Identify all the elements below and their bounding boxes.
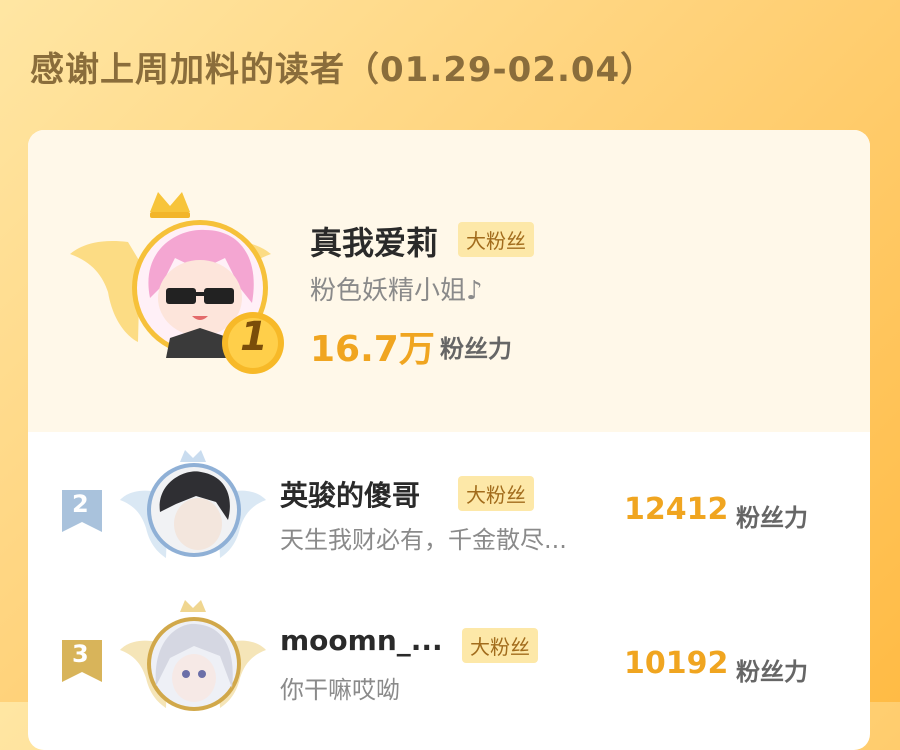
avatar[interactable]: [146, 462, 242, 558]
rank-number: 1: [240, 314, 268, 360]
fan-level-badge: 大粉丝: [458, 476, 534, 511]
fan-level-badge: 大粉丝: [458, 222, 534, 257]
fan-power-unit: 粉丝力: [736, 504, 808, 532]
username[interactable]: 英骏的傻哥: [280, 474, 420, 514]
leaderboard-row-top1[interactable]: 1 真我爱莉 大粉丝 粉色妖精小姐♪ 16.7万 粉丝力: [28, 130, 870, 432]
user-signature: 你干嘛哎呦: [280, 676, 400, 704]
rank-number: 3: [72, 640, 89, 668]
user-signature: 粉色妖精小姐♪: [310, 276, 483, 306]
fan-level-badge: 大粉丝: [462, 628, 538, 663]
fan-power-unit: 粉丝力: [440, 335, 512, 363]
leaderboard-row[interactable]: 3 moomn_... 大粉丝 你干嘛哎呦 10192 粉丝力: [28, 582, 870, 732]
page-title: 感谢上周加料的读者（01.29-02.04）: [30, 50, 656, 90]
fan-power-score: 12412: [624, 492, 729, 527]
fan-power-score: 10192: [624, 646, 729, 681]
fan-power-score: 16.7万: [310, 329, 435, 370]
user-signature: 天生我财必有，千金散尽...: [280, 526, 567, 554]
username[interactable]: 真我爱莉: [310, 218, 438, 264]
rank-number: 2: [72, 490, 89, 518]
username[interactable]: moomn_...: [280, 624, 443, 657]
leaderboard-card: 1 真我爱莉 大粉丝 粉色妖精小姐♪ 16.7万 粉丝力 2 英骏的傻哥 大粉丝…: [28, 130, 870, 750]
fan-power-unit: 粉丝力: [736, 658, 808, 686]
avatar[interactable]: [146, 616, 242, 712]
leaderboard-row[interactable]: 2 英骏的傻哥 大粉丝 天生我财必有，千金散尽... 12412 粉丝力: [28, 432, 870, 582]
